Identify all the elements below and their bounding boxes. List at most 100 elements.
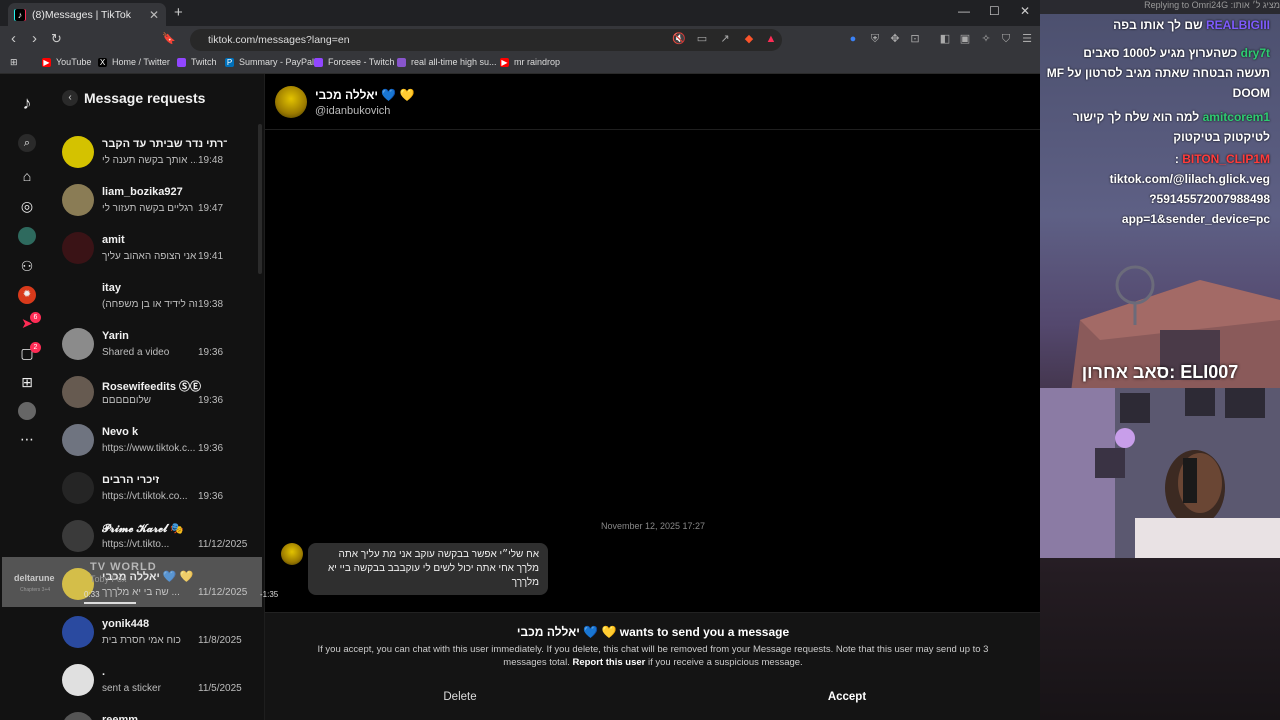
explore-icon[interactable]: ◎	[18, 197, 36, 215]
chat-username: BITON_CLIP1M	[1182, 152, 1270, 166]
bookmark-label: Home / Twitter	[112, 57, 170, 67]
request-preview: שלוםםםםם	[102, 395, 152, 406]
request-preview: כוח אמי חסרת בית	[102, 635, 181, 646]
stream-chat-line: amitcorem1 למה הוא שלח לך קישור	[1073, 110, 1270, 124]
chat-text: 59145572007988498?	[1149, 192, 1270, 206]
forward-icon[interactable]: ›	[32, 31, 37, 47]
search-icon[interactable]: ⌕	[18, 134, 36, 152]
chat-name[interactable]: יאללה מכבי 💙 💛	[315, 88, 415, 102]
requests-title: Message requests	[84, 90, 206, 106]
request-avatar	[62, 472, 94, 504]
request-preview: (זה לידיד או בן משפחה	[102, 299, 197, 310]
request-item[interactable]: yonik448 כוח אמי חסרת בית 11/8/2025	[52, 610, 264, 658]
extensions-icon[interactable]: ✥	[888, 32, 902, 46]
mute-icon[interactable]: 🔇	[672, 32, 686, 46]
request-banner: יאללה מכבי 💙 💛 wants to send you a messa…	[265, 612, 1040, 720]
webcam-feed	[1040, 388, 1280, 558]
delete-button[interactable]: Delete	[405, 691, 515, 703]
request-avatar	[62, 328, 94, 360]
live-icon[interactable]: ✹	[18, 286, 36, 304]
request-preview: sent a sticker	[102, 683, 161, 694]
following-avatar-icon[interactable]	[18, 227, 36, 245]
toolbar: ‹ › ↻ 🔖 tiktok.com/messages?lang=en 🔇 ▭ …	[0, 26, 1040, 54]
new-tab-icon[interactable]: +	[174, 4, 183, 21]
share-icon[interactable]: ↗	[718, 32, 732, 46]
bookmark-twitch[interactable]: Twitch	[177, 57, 217, 67]
bookmark-forceee[interactable]: Forceee - Twitch	[314, 57, 394, 67]
request-time: 19:47	[198, 203, 224, 214]
brave-rewards-icon[interactable]: ▲	[764, 32, 778, 46]
stream-overlay: מציג ל׳ אותו: Replying to Omri24G REALBI…	[1040, 0, 1280, 720]
back-arrow-icon[interactable]: ‹	[62, 90, 78, 106]
reload-icon[interactable]: ↻	[51, 31, 62, 47]
request-item[interactable]: liam_bozika927 רגליים בקשה תעזור לי ...19…	[52, 178, 264, 226]
request-time: 11/5/2025	[198, 683, 242, 694]
tiktok-logo-icon[interactable]: ♪	[18, 94, 36, 112]
accept-button[interactable]: Accept	[792, 691, 902, 703]
extension-icon[interactable]: ●	[846, 32, 860, 46]
remaining-time: -1:35	[260, 590, 279, 599]
bookmark-ath[interactable]: real all-time high su...	[397, 57, 497, 67]
chat-pane: יאללה מכבי 💙 💛 @idanbukovich November 12…	[264, 74, 1040, 720]
brave-shield-icon[interactable]: ◆	[742, 32, 756, 46]
request-item[interactable]: amit היי אני הצופה האהוב עליך19:41	[52, 226, 264, 274]
shield-icon[interactable]: ⛨	[868, 32, 882, 46]
profile-avatar-icon[interactable]	[18, 402, 36, 420]
chat-text: תעשה הבטחה שאתה מגיב לסרטון על MF	[1046, 66, 1270, 80]
request-item[interactable]: Yarin Shared a video 19:36	[52, 322, 264, 370]
address-bar[interactable]: tiktok.com/messages?lang=en	[190, 29, 782, 51]
minimize-icon[interactable]: —	[958, 4, 970, 18]
menu-icon[interactable]: ☰	[1020, 32, 1034, 46]
request-name: זיכרי הרבים	[102, 474, 160, 486]
bookmark-youtube[interactable]: ▶ YouTube	[42, 57, 91, 67]
screenshot-icon[interactable]: ⊡	[908, 32, 922, 46]
request-avatar	[62, 376, 94, 408]
request-item[interactable]: נדרתי נדר שביתר עד הקבר ... אותך בקשה תענ…	[52, 130, 264, 178]
browser-window: ♪ (8)Messages | TikTok ✕ + — ☐ ✕ ‹ › ↻ 🔖…	[0, 0, 1040, 720]
sidebar-icon[interactable]: ◧	[938, 32, 952, 46]
request-preview: https://vt.tiktok.co...	[102, 491, 188, 502]
tab-strip: ♪ (8)Messages | TikTok ✕ + — ☐ ✕	[0, 0, 1040, 26]
chat-avatar[interactable]	[275, 86, 307, 118]
vpn-icon[interactable]: ⛉	[999, 32, 1013, 46]
request-item[interactable]: Nevo k https://www.tiktok.c... 19:36	[52, 418, 264, 466]
request-preview: רגליים בקשה תעזור לי ...	[102, 203, 197, 214]
request-item[interactable]: 𝓟𝓻𝓲𝓶𝓮 𝓚𝓪𝓻𝓮𝓵 🎭 https://vt.tikto... 11/12/20…	[52, 514, 264, 562]
request-avatar	[62, 616, 94, 648]
request-item[interactable]: Rosewifeedits ⓈⒺ שלוםםםםם 19:36	[52, 370, 264, 418]
cast-icon[interactable]: ▭	[695, 32, 709, 46]
chat-header: יאללה מכבי 💙 💛 @idanbukovich	[265, 74, 1040, 130]
report-link[interactable]: Report this user	[572, 657, 645, 668]
chat-username: amitcorem1	[1202, 110, 1270, 124]
apps-grid-icon[interactable]: ⊞	[10, 57, 18, 68]
chat-text: לטיקטוק בטיקטוק	[1173, 130, 1270, 144]
request-item[interactable]: . sent a sticker 11/5/2025	[52, 658, 264, 706]
request-item[interactable]: reemm	[52, 706, 264, 720]
chat-handle[interactable]: @idanbukovich	[315, 105, 390, 117]
leo-icon[interactable]: ✧	[979, 32, 993, 46]
wallet-icon[interactable]: ▣	[958, 32, 972, 46]
request-item[interactable]: זיכרי הרבים https://vt.tiktok.co... 19:36	[52, 466, 264, 514]
upload-icon[interactable]: ⊞	[18, 373, 36, 391]
requests-header: ‹ Message requests	[62, 90, 205, 106]
request-name: amit	[102, 234, 125, 246]
request-time: 19:48	[198, 155, 224, 166]
bookmark-raindrop[interactable]: ▶ mr raindrop	[500, 57, 560, 67]
bookmark-paypal[interactable]: P Summary - PayPal	[225, 57, 314, 67]
address-text: tiktok.com/messages?lang=en	[208, 34, 350, 46]
game-logo-sub: Chapters 3+4	[20, 587, 51, 593]
track-title: TV WORLD	[90, 561, 157, 573]
stream-chat: REALBIGIII שם לך אותו בפה dry7t כשהערוץ מ…	[1040, 0, 1280, 240]
chat-text: :	[1174, 152, 1179, 166]
bookmark-twitter[interactable]: X Home / Twitter	[98, 57, 170, 67]
tab-messages[interactable]: ♪ (8)Messages | TikTok ✕	[8, 3, 166, 26]
friends-icon[interactable]: ⚇	[18, 257, 36, 275]
more-icon[interactable]: ⋯	[18, 430, 36, 448]
maximize-icon[interactable]: ☐	[989, 4, 1000, 18]
back-icon[interactable]: ‹	[11, 31, 16, 47]
request-item[interactable]: itay (זה לידיד או בן משפחה 19:38	[52, 274, 264, 322]
close-window-icon[interactable]: ✕	[1020, 4, 1030, 18]
close-tab-icon[interactable]: ✕	[148, 8, 160, 22]
home-icon[interactable]: ⌂	[18, 167, 36, 185]
bookmark-icon[interactable]: 🔖	[162, 31, 176, 47]
